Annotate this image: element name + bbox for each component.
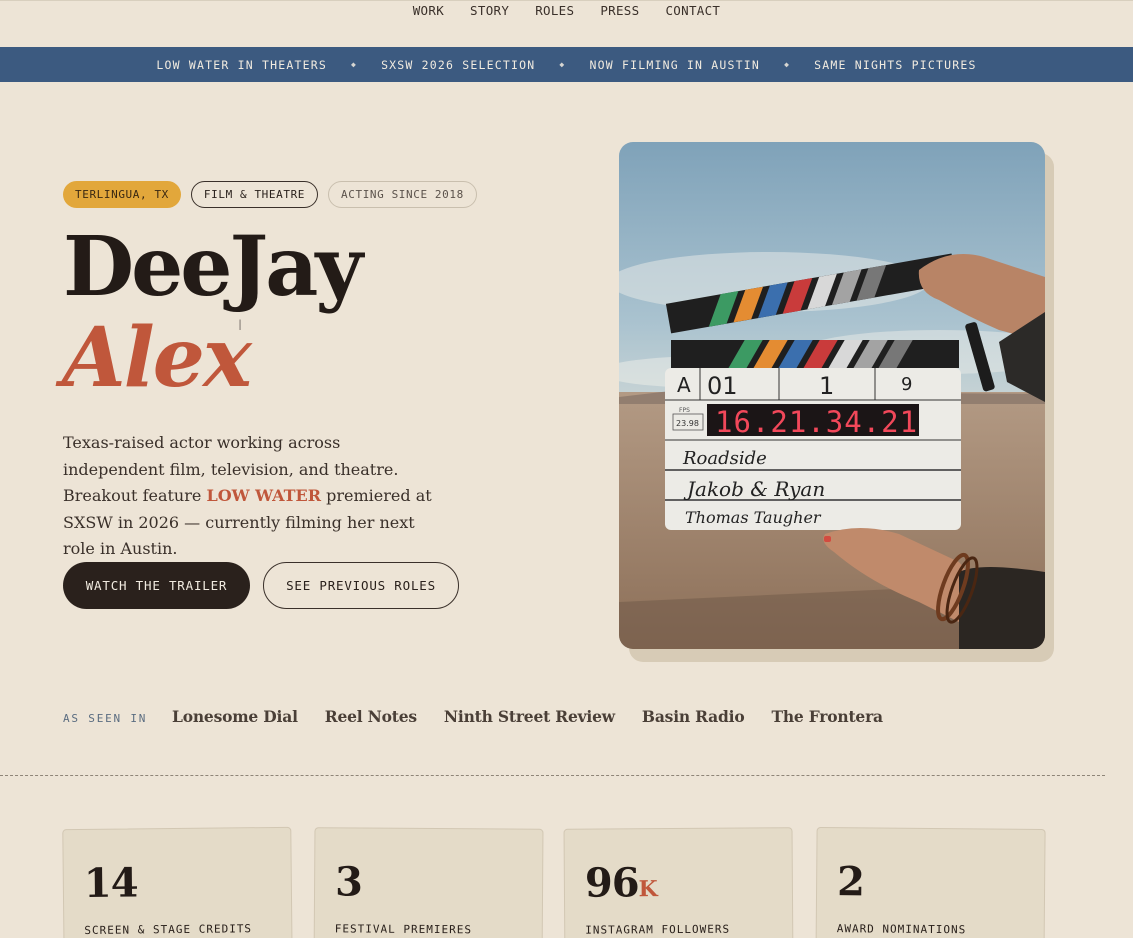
nav-press[interactable]: PRESS xyxy=(600,3,639,47)
slate-take: 9 xyxy=(901,374,912,395)
stat-label: INSTAGRAM FOLLOWERS xyxy=(585,922,731,937)
watch-trailer-button[interactable]: WATCH THE TRAILER xyxy=(63,562,250,609)
hero-bio: Texas-raised actor working across indepe… xyxy=(63,430,443,563)
slate-shot: 1 xyxy=(819,372,834,400)
experience-tag: ACTING SINCE 2018 xyxy=(328,181,477,208)
ticker-item: NOW FILMING IN AUSTIN xyxy=(589,57,761,72)
ticker-item: LOW WATER IN THEATERS xyxy=(156,57,328,72)
film-title-highlight[interactable]: LOW WATER xyxy=(206,486,321,505)
stat-card-premieres: 3 FESTIVAL PREMIERES xyxy=(313,827,544,938)
stat-value: 14 xyxy=(83,859,138,907)
press-outlet: The Frontera xyxy=(771,707,884,726)
clapperboard-photo: A 01 1 9 FPS 23.98 16.21.34.21 Roadside … xyxy=(619,142,1045,649)
stat-label: SCREEN & STAGE CREDITS xyxy=(84,922,253,937)
diamond-icon: ◆ xyxy=(784,60,791,69)
news-ticker: LOW WATER IN THEATERS ◆ SXSW 2026 SELECT… xyxy=(0,47,1133,82)
slate-scene: 01 xyxy=(707,372,738,400)
slate-camera: Thomas Taugher xyxy=(685,508,822,527)
diamond-icon: ◆ xyxy=(351,60,358,69)
slate-fps-label: FPS xyxy=(679,407,690,414)
diamond-icon: ◆ xyxy=(559,60,566,69)
press-outlet: Ninth Street Review xyxy=(443,707,615,726)
slate-timecode: 16.21.34.21 xyxy=(715,405,918,439)
press-outlet: Reel Notes xyxy=(324,707,417,726)
hero-last-name: Alex xyxy=(62,310,252,406)
location-tag: TERLINGUA, TX xyxy=(63,181,181,208)
press-outlet: Basin Radio xyxy=(641,707,745,726)
stat-label: FESTIVAL PREMIERES xyxy=(334,922,473,937)
hero-photo: A 01 1 9 FPS 23.98 16.21.34.21 Roadside … xyxy=(619,142,1045,649)
previous-roles-button[interactable]: SEE PREVIOUS ROLES xyxy=(263,562,459,609)
ticker-item: SXSW 2026 SELECTION xyxy=(381,57,536,72)
stat-card-followers: 96K INSTAGRAM FOLLOWERS xyxy=(563,827,794,938)
press-outlet: Lonesome Dial xyxy=(172,707,298,726)
stat-value: 3 xyxy=(334,858,363,906)
hero-tags: TERLINGUA, TX FILM & THEATRE ACTING SINC… xyxy=(63,181,477,208)
text-cursor-icon: I xyxy=(238,318,243,334)
slate-fps: 23.98 xyxy=(676,419,699,428)
slate-director: Jakob & Ryan xyxy=(683,477,825,501)
nav-roles[interactable]: ROLES xyxy=(535,3,574,47)
top-nav: WORK STORY ROLES PRESS CONTACT xyxy=(0,0,1133,47)
nav-contact[interactable]: CONTACT xyxy=(665,3,720,47)
stat-label: AWARD NOMINATIONS xyxy=(836,922,967,937)
stat-card-nominations: 2 AWARD NOMINATIONS xyxy=(815,827,1046,938)
press-label: AS SEEN IN xyxy=(63,712,148,725)
slate-production: Roadside xyxy=(682,448,767,469)
hero-first-name: DeeJay xyxy=(63,219,363,315)
section-divider xyxy=(0,775,1105,776)
press-outlets: Lonesome Dial Reel Notes Ninth Street Re… xyxy=(172,707,883,726)
discipline-tag: FILM & THEATRE xyxy=(190,181,319,208)
stat-value: 96K xyxy=(584,859,658,907)
nav-story[interactable]: STORY xyxy=(470,3,509,47)
ticker-item: SAME NIGHTS PICTURES xyxy=(814,57,977,72)
slate-roll: A xyxy=(677,373,691,397)
stat-card-credits: 14 SCREEN & STAGE CREDITS xyxy=(62,826,293,938)
stat-value: 2 xyxy=(836,858,865,906)
nav-work[interactable]: WORK xyxy=(413,3,444,47)
